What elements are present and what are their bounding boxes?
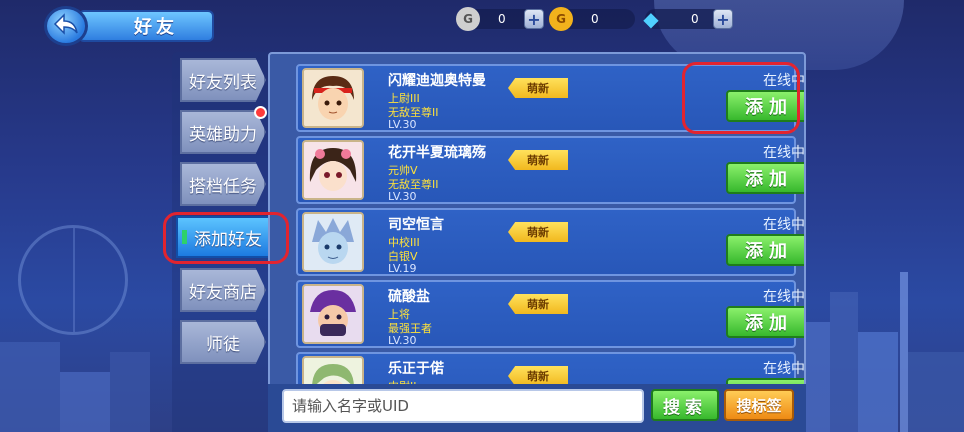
diamond-icon: ◆ [643,7,659,31]
search-input[interactable] [282,389,644,423]
notification-badge [254,106,267,119]
player-avatar-icon [304,70,362,126]
newbie-tag: 萌新 [508,222,568,242]
friend-list-panel: 闪耀迪迦奥特曼 上尉III 无敌至尊II LV.30 萌新 在线中 添加 花开半… [268,52,806,432]
friend-name: 乐正于偌 [388,361,444,377]
tab-mentorship[interactable]: 师徒 [180,320,266,364]
silver-amount: 0 [498,12,506,26]
back-arrow-icon [53,13,79,39]
online-status: 在线中 [763,289,805,305]
add-silver-button[interactable]: + [524,9,544,29]
friend-name: 闪耀迪迦奥特曼 [388,73,486,89]
player-avatar-icon [304,214,362,270]
search-button[interactable]: 搜索 [651,389,719,421]
friend-name: 花开半夏琉璃殇 [388,145,486,161]
online-status: 在线中 [763,73,805,89]
tab-friend-list[interactable]: 好友列表 [180,58,266,102]
diamond-currency: ◆ 0 + [643,7,733,31]
online-status: 在线中 [763,217,805,233]
newbie-tag: 萌新 [508,150,568,170]
silver-coin-icon: G [456,7,480,31]
friend-level: LV.30 [388,118,417,131]
list-item: 硫酸盐 上将 最强王者 LV.30 萌新 在线中 添加 [296,280,804,348]
newbie-tag: 萌新 [508,294,568,314]
friend-level: LV.30 [388,190,417,203]
list-item: 司空恒言 中校III 白银V LV.19 萌新 在线中 添加 [296,208,804,276]
avatar[interactable] [302,140,364,200]
friend-level: LV.30 [388,334,417,347]
add-friend-button[interactable]: 添加 [726,234,804,266]
avatar[interactable] [302,284,364,344]
gold-amount: 0 [591,12,599,26]
gold-coin-icon: G [549,7,573,31]
tag-search-button[interactable]: 搜标签 [724,389,794,421]
tab-friend-shop[interactable]: 好友商店 [180,268,266,312]
active-tab-marker [182,230,187,244]
player-avatar-icon [304,142,362,198]
add-friend-button[interactable]: 添加 [726,90,804,122]
diamond-amount: 0 [691,12,699,26]
back-button[interactable] [44,6,88,46]
list-item: 闪耀迪迦奥特曼 上尉III 无敌至尊II LV.30 萌新 在线中 添加 [296,64,804,132]
avatar[interactable] [302,68,364,128]
tab-hero-assist[interactable]: 英雄助力 [180,110,266,154]
add-friend-button[interactable]: 添加 [726,162,804,194]
silver-currency: G 0 + [456,7,544,31]
avatar[interactable] [302,212,364,272]
friend-level: LV.19 [388,262,417,275]
online-status: 在线中 [763,361,805,377]
newbie-tag: 萌新 [508,366,568,386]
page-title: 好友 [78,10,214,42]
friend-name: 硫酸盐 [388,289,430,305]
add-friend-button[interactable]: 添加 [726,306,804,338]
friend-name: 司空恒言 [388,217,444,233]
tab-partner-tasks[interactable]: 搭档任务 [180,162,266,206]
player-avatar-icon [304,286,362,342]
background-ferris-wheel [18,225,128,335]
tab-add-friend[interactable]: 添加好友 [176,216,280,258]
gold-currency: G 0 [549,7,635,31]
newbie-tag: 萌新 [508,78,568,98]
online-status: 在线中 [763,145,805,161]
search-bar: 搜索 搜标签 [268,384,806,432]
add-diamond-button[interactable]: + [713,9,733,29]
list-item: 花开半夏琉璃殇 元帅V 无敌至尊II LV.30 萌新 在线中 添加 [296,136,804,204]
